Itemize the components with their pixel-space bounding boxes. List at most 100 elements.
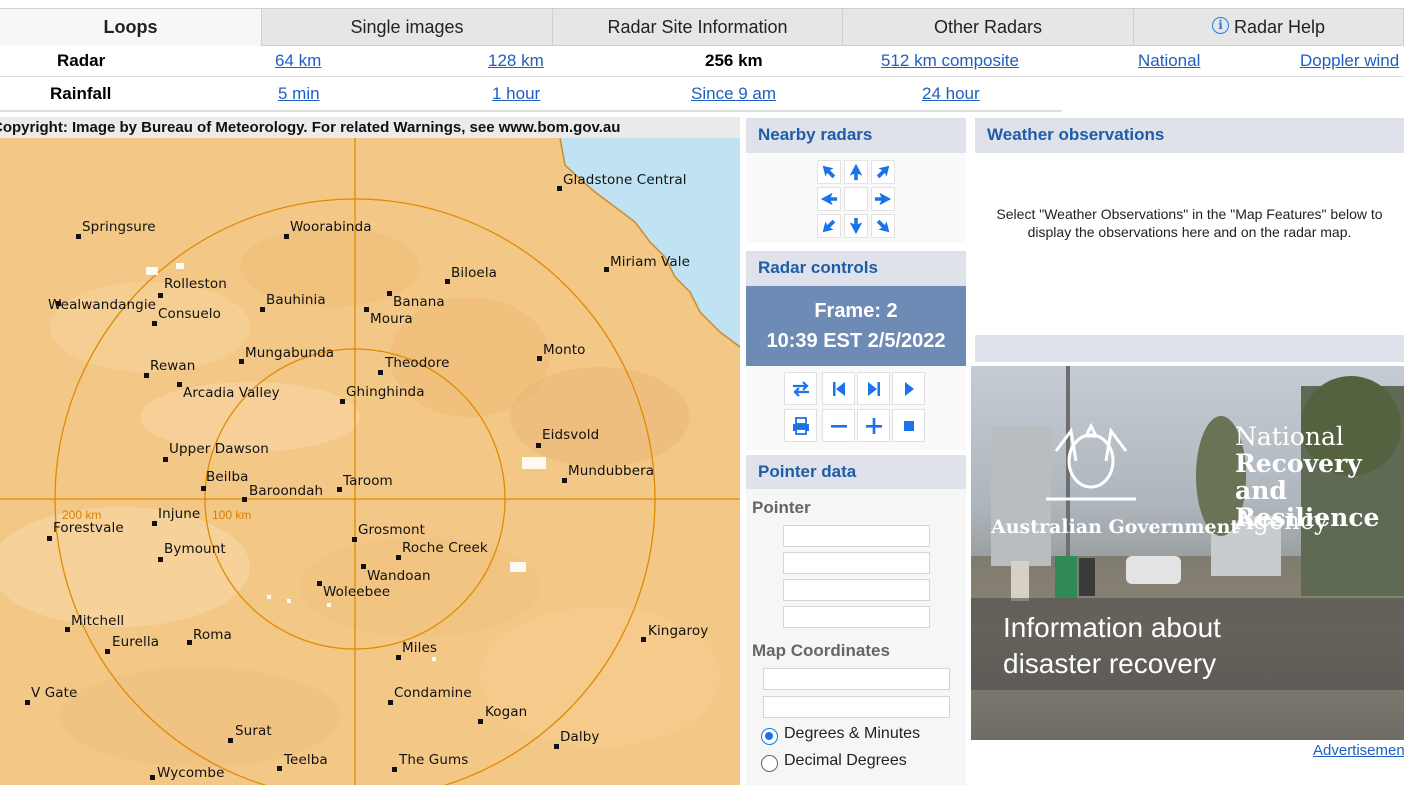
link-24hour[interactable]: 24 hour [922, 84, 980, 104]
tab-radar-site-information[interactable]: Radar Site Information [553, 9, 843, 46]
town-label: The Gums [399, 752, 469, 768]
faster-button[interactable] [857, 409, 890, 442]
radar-range-row: Radar 64 km 128 km 256 km 512 km composi… [0, 45, 1404, 77]
stop-button[interactable] [892, 409, 925, 442]
first-frame-button[interactable] [822, 372, 855, 405]
town-dot [158, 293, 163, 298]
town-label: Gladstone Central [563, 172, 687, 188]
town-label: Surat [235, 723, 272, 739]
link-64km[interactable]: 64 km [275, 51, 321, 71]
town-dot [352, 537, 357, 542]
town-label: Miriam Vale [610, 254, 691, 270]
frame-display: Frame: 2 10:39 EST 2/5/2022 [746, 286, 966, 366]
town-label: Miles [402, 640, 437, 656]
tab-label: Radar Help [1233, 16, 1326, 37]
radar-map[interactable]: Copyright: Image by Bureau of Meteorolog… [0, 117, 740, 785]
town-label: Rewan [150, 358, 196, 374]
link-5min[interactable]: 5 min [278, 84, 320, 104]
nearby-southeast-button[interactable] [871, 214, 895, 238]
skip-forward-icon [867, 381, 880, 396]
town-dot [340, 399, 345, 404]
advertisement-link[interactable]: Advertisement [1313, 742, 1404, 759]
nearby-northwest-button[interactable] [817, 160, 841, 184]
last-frame-button[interactable] [857, 372, 890, 405]
info-icon: i [1211, 16, 1229, 34]
town-dot [557, 186, 562, 191]
stop-icon [903, 420, 914, 431]
link-national[interactable]: National [1138, 51, 1200, 71]
observations-footer [975, 335, 1404, 362]
arrow-west-icon [820, 192, 838, 206]
print-icon [792, 416, 809, 435]
skip-back-icon [832, 381, 845, 396]
town-label: Baroondah [249, 483, 324, 499]
nearby-south-button[interactable] [844, 214, 868, 238]
rainfall-row: Rainfall 5 min 1 hour Since 9 am 24 hour [0, 78, 1404, 110]
tab-label: Other Radars [933, 16, 1043, 37]
frame-time: 10:39 EST 2/5/2022 [766, 330, 946, 352]
ad-message: Information about disaster recovery [1003, 612, 1221, 679]
tab-other-radars[interactable]: Other Radars [843, 9, 1134, 46]
town-label: Eurella [112, 634, 160, 650]
coordinate-field-1 [763, 668, 950, 690]
nearby-north-button[interactable] [844, 160, 868, 184]
copyright-text: Copyright: Image by Bureau of Meteorolog… [0, 119, 621, 136]
town-label: Kogan [485, 704, 528, 720]
town-label: Beilba [206, 469, 249, 485]
link-since-9am[interactable]: Since 9 am [691, 84, 776, 104]
plus-icon [865, 417, 882, 434]
town-dot [163, 457, 168, 462]
town-dot [554, 744, 559, 749]
town-label: Consuelo [158, 306, 221, 322]
nearby-west-button[interactable] [817, 187, 841, 211]
town-label: Wandoan [367, 568, 431, 584]
arrow-northwest-icon [822, 165, 836, 179]
link-doppler-wind[interactable]: Doppler wind [1300, 51, 1399, 71]
town-label: Mungabunda [245, 345, 335, 361]
link-1hour[interactable]: 1 hour [492, 84, 540, 104]
nearby-northeast-button[interactable] [871, 160, 895, 184]
town-dot [76, 234, 81, 239]
slower-button[interactable] [822, 409, 855, 442]
town-dot [392, 767, 397, 772]
tab-label: Radar Site Information [607, 16, 788, 37]
coat-of-arms-icon [1046, 422, 1136, 501]
degrees-minutes-radio[interactable] [761, 728, 778, 745]
copyright-banner: Copyright: Image by Bureau of Meteorolog… [0, 117, 740, 138]
town-label: Woleebee [323, 584, 391, 600]
print-button[interactable] [784, 409, 817, 442]
town-label: Woorabinda [290, 219, 372, 235]
tab-single-images[interactable]: Single images [262, 9, 553, 46]
town-label: Ghinghinda [346, 384, 425, 400]
town-label: Teelba [284, 752, 328, 768]
town-dot [158, 557, 163, 562]
town-label: Roma [193, 627, 232, 643]
link-512km-composite[interactable]: 512 km composite [881, 51, 1019, 71]
play-button[interactable] [892, 372, 925, 405]
nearby-center [844, 187, 868, 211]
town-label: Arcadia Valley [183, 385, 280, 401]
map-coordinates-label: Map Coordinates [752, 641, 890, 660]
town-dot [277, 766, 282, 771]
nearby-radars-title: Nearby radars [758, 125, 873, 144]
town-label: V Gate [31, 685, 78, 701]
nearby-east-button[interactable] [871, 187, 895, 211]
observations-instructions: Select "Weather Observations" in the "Ma… [996, 206, 1383, 240]
decimal-degrees-radio[interactable] [761, 755, 778, 772]
town-dot [105, 649, 110, 654]
weather-observations-title: Weather observations [987, 125, 1165, 144]
advertisement-banner[interactable]: Australian Government National Recovery … [971, 366, 1404, 740]
radar-controls-panel [746, 366, 966, 450]
link-128km[interactable]: 128 km [488, 51, 544, 71]
town-dot [284, 234, 289, 239]
town-dot [478, 719, 483, 724]
swap-button[interactable] [784, 372, 817, 405]
tab-loops[interactable]: Loops [0, 9, 262, 46]
coordinate-field-2 [763, 696, 950, 718]
town-label: Roche Creek [402, 540, 488, 556]
tab-radar-help[interactable]: i Radar Help [1134, 9, 1404, 46]
nearby-southwest-button[interactable] [817, 214, 841, 238]
town-dot [239, 359, 244, 364]
town-label: Taroom [343, 473, 393, 489]
town-dot [604, 267, 609, 272]
